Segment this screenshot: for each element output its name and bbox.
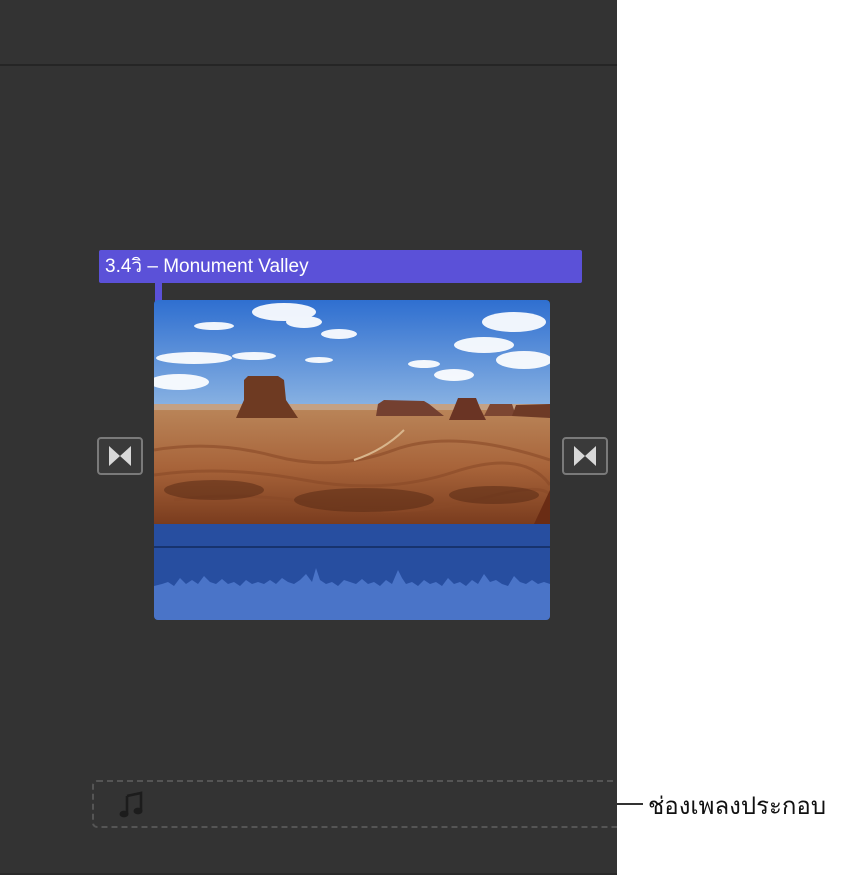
transition-right-button[interactable] — [562, 437, 608, 475]
transition-icon — [574, 446, 596, 466]
timeline-panel: 3.4วิ – Monument Valley — [0, 0, 617, 875]
clip-title: 3.4วิ – Monument Valley — [105, 256, 309, 277]
clip-title-bar[interactable]: 3.4วิ – Monument Valley — [99, 250, 582, 283]
callout-line — [617, 803, 643, 805]
music-well-callout: ช่องเพลงประกอบ — [648, 793, 827, 820]
transition-left-button[interactable] — [97, 437, 143, 475]
transition-icon — [109, 446, 131, 466]
clip-audio-track[interactable] — [154, 524, 550, 620]
timeline-toolbar — [0, 0, 617, 66]
background-music-well[interactable] — [92, 780, 617, 828]
audio-waveform — [154, 568, 550, 620]
clip-thumbnail — [154, 300, 550, 524]
music-note-icon — [119, 791, 143, 818]
video-clip[interactable] — [154, 300, 550, 620]
